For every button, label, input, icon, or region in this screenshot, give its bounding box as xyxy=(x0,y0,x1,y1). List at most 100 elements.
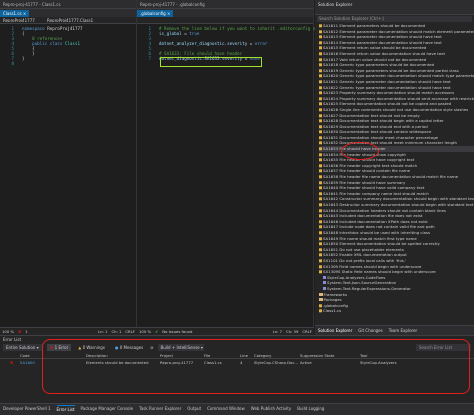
tree-item-label: Frameworks xyxy=(323,291,348,297)
rule-severity-icon xyxy=(319,52,322,56)
rule-severity-icon xyxy=(319,119,322,123)
scope-dropdown[interactable]: Entire Solution ▾ xyxy=(3,344,43,351)
solution-tree-item[interactable]: Class1.cs xyxy=(315,308,474,314)
left-title-bar: Repro-proj-41777 - Class1.cs xyxy=(0,0,136,9)
rule-severity-icon xyxy=(319,214,322,218)
bottom-tool-tabs: Developer PowerShell 1 Error List Package … xyxy=(0,403,474,415)
rule-severity-icon xyxy=(319,164,322,168)
tab-globalconfig[interactable]: .globalconfig × xyxy=(137,10,174,17)
rule-label: SA1643 Destructor summary documentation … xyxy=(323,202,474,207)
rule-label: SA1651 Do not use placeholder elements xyxy=(323,246,404,252)
rule-label: SA1637 File header should contain file n… xyxy=(323,168,411,174)
rule-label: SA1630 Documentation text should contain… xyxy=(323,129,432,135)
tab-team-explorer[interactable]: Team Explorer xyxy=(389,328,418,333)
issue-count[interactable]: 1 xyxy=(25,328,27,335)
cell-code[interactable]: SA1600 xyxy=(20,360,35,365)
error-list-panel: Error List Entire Solution ▾ ✖ 1 Error ▲… xyxy=(0,335,474,407)
rule-severity-icon xyxy=(319,208,322,212)
rule-severity-icon xyxy=(319,203,322,207)
rule-label: SX1101 Do not prefix local calls with 't… xyxy=(323,257,407,263)
line-indicator: Ln: 1 xyxy=(98,329,108,334)
rule-label: SA1614 Element parameter documentation s… xyxy=(323,39,442,45)
rule-label: SA1642 Constructor summary documentation… xyxy=(323,196,474,202)
rule-severity-icon xyxy=(319,91,322,95)
bottom-tab-output[interactable]: Output xyxy=(187,405,201,414)
rule-severity-icon xyxy=(319,186,322,190)
zoom-level[interactable]: 100 % xyxy=(2,328,14,335)
ref-icon xyxy=(323,286,326,290)
mid-code-area[interactable]: 1 # Remove the line below if you want to … xyxy=(137,24,333,324)
rule-severity-icon xyxy=(319,175,322,179)
bottom-tab-command-window[interactable]: Command Window xyxy=(207,405,245,414)
left-code-area[interactable]: 1 namespace ReproProj41777 2{3 0 reference… xyxy=(0,24,136,324)
error-list-annotation-box xyxy=(42,339,470,394)
tab-solution-explorer[interactable]: Solution Explorer xyxy=(318,328,352,333)
rule-severity-icon xyxy=(319,124,322,128)
mid-title-bar: Repro-proj-41777 - .globalconfig xyxy=(137,0,313,9)
mid-issue-status[interactable]: No issues found xyxy=(162,328,192,335)
rule-label: SA1652 Enable XML documentation output xyxy=(323,252,407,258)
mid-line-ending[interactable]: CRLF xyxy=(302,328,312,335)
rule-severity-icon xyxy=(319,220,322,224)
solution-tree: StyleCop.Analyzers.CodeFixes System.Text.… xyxy=(315,275,474,314)
rule-severity-icon xyxy=(319,242,322,246)
rule-severity-icon xyxy=(319,225,322,229)
folder-icon xyxy=(319,292,323,296)
tab-git-changes[interactable]: Git Changes xyxy=(358,328,382,333)
bottom-tab-task-runner-explorer[interactable]: Task Runner Explorer xyxy=(139,405,181,414)
rule-label: SA1649 File name should match first type… xyxy=(323,235,417,241)
code-token: } xyxy=(22,56,25,61)
rule-label: SA1631 Documentation should meet charact… xyxy=(323,134,439,140)
rule-label: SA1621 Generic type parameter documentat… xyxy=(323,78,451,84)
rule-label: SA1622 Generic type parameter documentat… xyxy=(323,84,451,90)
bottom-tab-developer-powershell-1[interactable]: Developer PowerShell 1 xyxy=(3,405,51,414)
solution-search-input[interactable]: Search Solution Explorer (Ctrl+;) xyxy=(317,16,472,22)
rule-label: SA1648 inheritdoc should be used with in… xyxy=(323,229,431,235)
rule-label: SA1628 Documentation text should begin w… xyxy=(323,118,444,124)
solution-explorer-toolbar xyxy=(315,8,474,15)
mid-zoom-level[interactable]: 100 % xyxy=(139,328,151,335)
rule-label: SA1627 Documentation text should not be … xyxy=(323,112,420,118)
rule-severity-icon xyxy=(319,24,322,28)
code-token: ReproProj41777 xyxy=(44,26,83,31)
solution-explorer-tabs: Solution Explorer Git Changes Team Explo… xyxy=(315,325,474,335)
line-number: 7 xyxy=(148,56,151,61)
code-token: true xyxy=(189,31,200,36)
middle-editor-window: Repro-proj-41777 - .globalconfig .global… xyxy=(137,0,333,335)
rule-severity-icon xyxy=(319,74,322,78)
column-header-code[interactable]: Code xyxy=(20,353,30,358)
bottom-tab-web-publish-activity[interactable]: Web Publish Activity xyxy=(251,405,291,414)
mid-column-indicator: Ch: 39 xyxy=(286,329,299,334)
rule-severity-icon xyxy=(319,80,322,84)
rule-label: SA1644 Documentation headers should not … xyxy=(323,207,446,213)
rule-severity-icon xyxy=(319,270,322,274)
code-line[interactable]: 8 xyxy=(0,61,136,66)
bottom-tab-error-list[interactable]: Error List xyxy=(56,405,75,414)
rule-severity-icon xyxy=(319,63,322,67)
rule-label: SA1641 File header company name text sho… xyxy=(323,190,429,196)
file-icon xyxy=(319,303,322,307)
bottom-tab-build-logging[interactable]: Build Logging xyxy=(297,405,324,414)
left-editor-window: Repro-proj-41777 - Class1.cs Class1.cs ×… xyxy=(0,0,137,335)
tab-class1[interactable]: Class1.cs × xyxy=(0,10,30,17)
rule-severity-icon xyxy=(319,41,322,45)
left-status-bar: 100 % ✖ 1 Ln: 1 Ch: 1 CRLF xyxy=(0,327,137,335)
tree-item-label: StyleCop.Analyzers.CodeFixes xyxy=(327,274,386,280)
bottom-tab-package-manager-console[interactable]: Package Manager Console xyxy=(81,405,134,414)
code-token: error xyxy=(254,41,268,46)
left-window-title: Repro-proj-41777 - Class1.cs xyxy=(3,2,61,7)
rule-label: SA1620 Generic type parameter documentat… xyxy=(323,73,474,79)
class-dropdown[interactable]: ReproProj41777.Class1 xyxy=(47,18,117,22)
rule-label: SA1639 File header should have summary xyxy=(323,179,406,185)
rule-severity-icon xyxy=(319,152,322,156)
file-icon xyxy=(319,309,322,313)
line-ending[interactable]: CRLF xyxy=(125,328,135,335)
rule-label: SA1616 Element return value documentatio… xyxy=(323,50,445,56)
project-dropdown[interactable]: ReproProj41777 xyxy=(3,18,43,22)
rule-label: SA1626 Single-line comments should not u… xyxy=(323,106,469,112)
rule-label: SA1647 Include node does not contain val… xyxy=(323,224,435,230)
tree-item-label: System.Text.Json.SourceGeneration xyxy=(327,280,397,286)
code-token: is_global xyxy=(159,31,182,36)
rule-label: SA1611 Element parameters should be docu… xyxy=(323,23,426,28)
rule-label: SA1617 Void return value should not be d… xyxy=(323,56,427,62)
